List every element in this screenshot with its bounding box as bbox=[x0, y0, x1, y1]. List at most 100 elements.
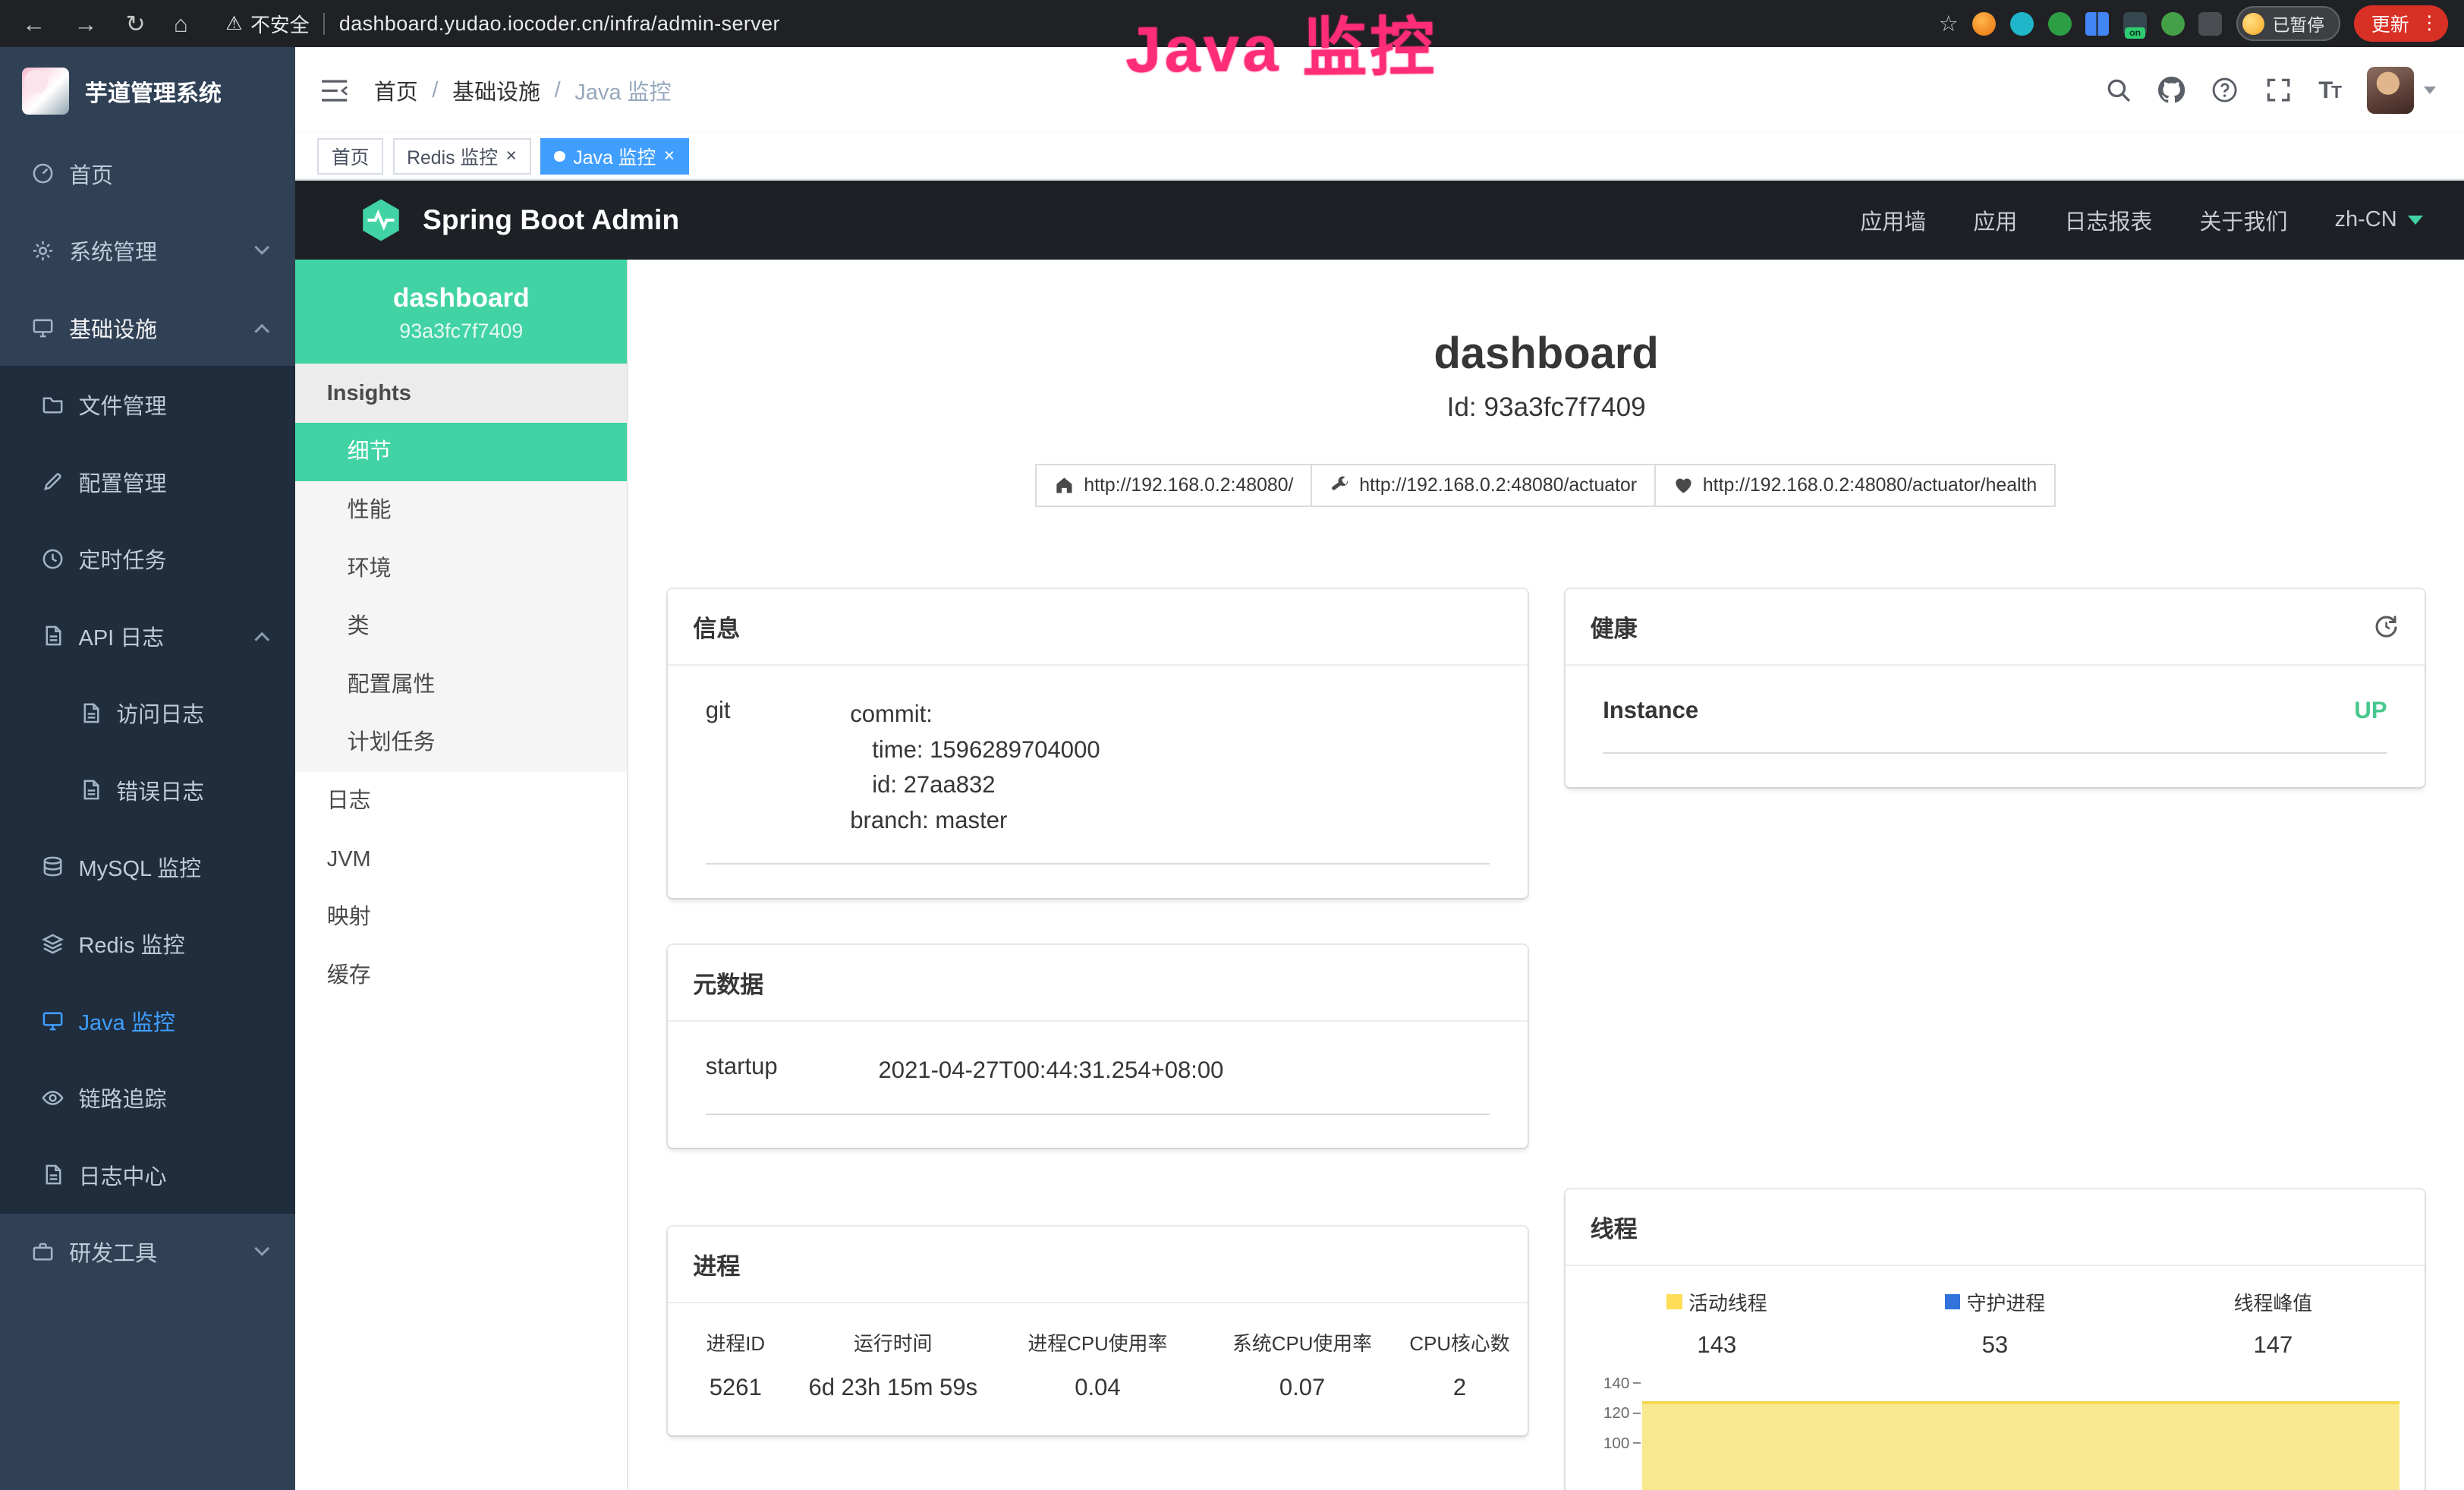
sba-item-loggers[interactable]: 日志 bbox=[295, 772, 627, 830]
sba-item-caches[interactable]: 缓存 bbox=[295, 947, 627, 1005]
layers-icon bbox=[41, 932, 65, 956]
extension-icon-leaf[interactable] bbox=[2161, 12, 2185, 36]
sba-instance-header: dashboard 93a3fc7f7409 bbox=[295, 260, 627, 364]
sba-item-environment[interactable]: 环境 bbox=[295, 540, 627, 598]
instance-detail-header: dashboard Id: 93a3fc7f7409 http://192.16… bbox=[628, 260, 2464, 507]
extension-icon-drop[interactable] bbox=[2010, 12, 2034, 36]
sba-locale-select[interactable]: zh-CN bbox=[2335, 207, 2424, 232]
sba-item-beans[interactable]: 类 bbox=[295, 597, 627, 656]
close-icon[interactable]: × bbox=[505, 147, 517, 166]
sidebar-item-log-center[interactable]: 日志中心 bbox=[0, 1136, 295, 1213]
card-title: 进程 bbox=[693, 1247, 740, 1281]
sidebar-item-dev-tools[interactable]: 研发工具 bbox=[0, 1214, 295, 1290]
search-icon[interactable] bbox=[2105, 77, 2132, 103]
paused-badge-label: 已暂停 bbox=[2273, 11, 2324, 36]
address-bar[interactable]: ⚠ 不安全 dashboard.yudao.iocoder.cn/infra/a… bbox=[225, 10, 780, 38]
help-icon[interactable] bbox=[2211, 77, 2238, 103]
sba-item-details[interactable]: 细节 bbox=[295, 423, 627, 481]
sba-nav-wallboard[interactable]: 应用墙 bbox=[1860, 204, 1926, 236]
back-icon[interactable]: ← bbox=[22, 12, 46, 36]
profile-avatar-icon bbox=[2242, 13, 2264, 35]
legend-live-threads: 活动线程 143 bbox=[1578, 1288, 1856, 1359]
extension-icon-switch[interactable]: on bbox=[2123, 12, 2147, 36]
sidebar-item-label: 日志中心 bbox=[79, 1159, 167, 1191]
extension-icon-orange[interactable] bbox=[1972, 12, 1996, 36]
document-icon bbox=[41, 1163, 65, 1186]
table-row: Instance UP bbox=[1603, 697, 2387, 754]
sba-item-scheduled-tasks[interactable]: 计划任务 bbox=[295, 713, 627, 772]
reload-icon[interactable]: ↻ bbox=[126, 12, 146, 36]
database-icon bbox=[41, 855, 65, 878]
sidebar-item-mysql-monitor[interactable]: MySQL 监控 bbox=[0, 828, 295, 905]
chevron-up-icon bbox=[254, 323, 269, 339]
sidebar-item-tracing[interactable]: 链路追踪 bbox=[0, 1060, 295, 1136]
health-url-button[interactable]: http://192.168.0.2:48080/actuator/health bbox=[1654, 464, 2056, 507]
font-size-icon[interactable]: TT bbox=[2318, 77, 2340, 104]
tab-home[interactable]: 首页 bbox=[317, 138, 383, 175]
sidebar-item-error-logs[interactable]: 错误日志 bbox=[0, 751, 295, 828]
tab-java-monitor[interactable]: Java 监控 × bbox=[540, 138, 689, 175]
status-badge: UP bbox=[2354, 697, 2387, 724]
chevron-down-icon bbox=[254, 1241, 269, 1256]
sba-brand[interactable]: Spring Boot Admin bbox=[358, 197, 679, 243]
breadcrumb-home[interactable]: 首页 bbox=[374, 74, 418, 106]
sidebar-item-redis-monitor[interactable]: Redis 监控 bbox=[0, 906, 295, 982]
github-icon[interactable] bbox=[2158, 77, 2185, 103]
sba-item-metrics[interactable]: 性能 bbox=[295, 481, 627, 540]
sba-nav-journal[interactable]: 日志报表 bbox=[2064, 204, 2152, 236]
sba-item-config-props[interactable]: 配置属性 bbox=[295, 656, 627, 714]
health-card-body: Instance UP bbox=[1566, 666, 2425, 787]
sidebar-item-java-monitor[interactable]: Java 监控 bbox=[0, 982, 295, 1059]
browser-menu-icon[interactable]: ⋮ bbox=[2420, 14, 2439, 33]
home-icon[interactable]: ⌂ bbox=[174, 12, 188, 36]
sidebar-item-infrastructure[interactable]: 基础设施 bbox=[0, 289, 295, 366]
legend-peak-threads: 线程峰值 147 bbox=[2134, 1288, 2412, 1359]
url-text[interactable]: dashboard.yudao.iocoder.cn/infra/admin-s… bbox=[339, 12, 780, 36]
sidebar-item-file-mgmt[interactable]: 文件管理 bbox=[0, 366, 295, 443]
sba-nav-about[interactable]: 关于我们 bbox=[2200, 204, 2288, 236]
sba-item-mappings[interactable]: 映射 bbox=[295, 888, 627, 947]
extensions-puzzle-icon[interactable] bbox=[2198, 12, 2222, 36]
sba-instance-id: 93a3fc7f7409 bbox=[305, 320, 618, 343]
cards-left-column: 信息 git commit: time: 1596289704000 bbox=[668, 589, 1528, 1436]
extension-icon-grid[interactable] bbox=[2085, 12, 2109, 36]
sidebar-item-label: API 日志 bbox=[79, 620, 165, 652]
sidebar-item-label: 研发工具 bbox=[69, 1236, 157, 1268]
sba-item-jvm[interactable]: JVM bbox=[295, 830, 627, 889]
fullscreen-icon[interactable] bbox=[2265, 77, 2292, 103]
tab-redis-monitor[interactable]: Redis 监控 × bbox=[393, 138, 531, 175]
legend-swatch-blue bbox=[1945, 1294, 1961, 1310]
bookmark-star-icon[interactable]: ☆ bbox=[1939, 11, 1959, 37]
health-instance-label: Instance bbox=[1603, 697, 1698, 724]
sidebar-item-access-logs[interactable]: 访问日志 bbox=[0, 674, 295, 751]
breadcrumb-separator: / bbox=[432, 78, 438, 103]
sidebar-item-scheduled-jobs[interactable]: 定时任务 bbox=[0, 520, 295, 597]
sidebar-item-system-mgmt[interactable]: 系统管理 bbox=[0, 213, 295, 289]
actuator-url-button[interactable]: http://192.168.0.2:48080/actuator bbox=[1311, 464, 1656, 507]
sidebar-item-label: 错误日志 bbox=[116, 774, 204, 806]
service-url-label: http://192.168.0.2:48080/ bbox=[1084, 475, 1293, 496]
sidebar-item-config-mgmt[interactable]: 配置管理 bbox=[0, 443, 295, 520]
close-icon[interactable]: × bbox=[664, 147, 675, 166]
sidebar-item-home[interactable]: 首页 bbox=[0, 135, 295, 212]
user-menu[interactable] bbox=[2367, 67, 2436, 114]
sidebar-item-api-logs[interactable]: API 日志 bbox=[0, 597, 295, 674]
metadata-card-header: 元数据 bbox=[668, 945, 1528, 1022]
caret-down-icon bbox=[2424, 87, 2436, 94]
sidebar-item-label: 链路追踪 bbox=[79, 1082, 167, 1114]
tab-label: Redis 监控 bbox=[407, 143, 498, 170]
history-icon[interactable] bbox=[2373, 613, 2399, 640]
row-label: startup bbox=[706, 1053, 879, 1088]
sba-nav: 应用墙 应用 日志报表 关于我们 zh-CN bbox=[1860, 204, 2423, 236]
browser-update-button[interactable]: 更新 ⋮ bbox=[2354, 5, 2448, 42]
sidebar-item-label: 系统管理 bbox=[69, 235, 157, 266]
forward-icon[interactable]: → bbox=[74, 12, 97, 36]
clock-icon bbox=[41, 547, 65, 571]
sba-nav-applications[interactable]: 应用 bbox=[1973, 204, 2017, 236]
service-url-button[interactable]: http://192.168.0.2:48080/ bbox=[1035, 464, 1312, 507]
breadcrumb-infrastructure[interactable]: 基础设施 bbox=[452, 74, 540, 106]
extension-icon-green-circle[interactable] bbox=[2048, 12, 2072, 36]
profile-paused-chip[interactable]: 已暂停 bbox=[2236, 6, 2340, 40]
sba-logo-icon bbox=[358, 197, 404, 243]
hamburger-icon[interactable] bbox=[320, 79, 348, 102]
